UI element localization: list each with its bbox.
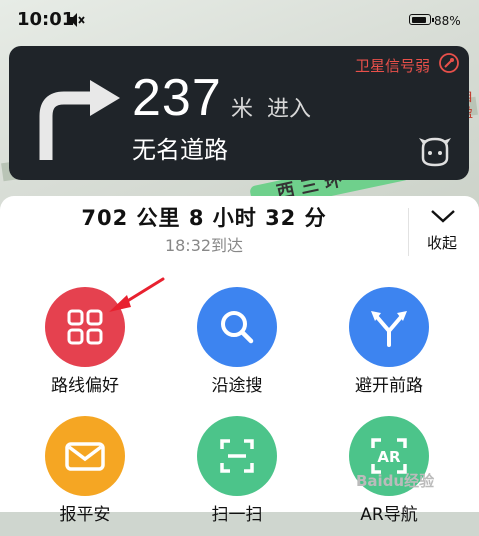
chevron-down-icon	[431, 210, 455, 223]
maneuver-text: 进入	[267, 97, 312, 122]
satellite-icon	[439, 53, 459, 73]
distance-unit: 米	[231, 97, 254, 122]
battery-icon	[409, 14, 434, 25]
action-label: 报平安	[59, 505, 111, 525]
scan-icon	[197, 416, 277, 496]
avoid-road-icon	[349, 287, 429, 367]
mail-icon	[45, 416, 125, 496]
action-label: 扫一扫	[211, 505, 263, 525]
battery-percent: 88%	[434, 14, 461, 28]
avoid-road-button[interactable]: 避开前路	[324, 287, 454, 407]
road-name: 无名道路	[132, 136, 228, 164]
search-icon	[197, 287, 277, 367]
navigation-card[interactable]: 237 米 进入 无名道路 卫星信号弱	[9, 46, 469, 180]
arrival-time: 18:32到达	[164, 236, 244, 255]
annotation-arrow-icon	[109, 277, 165, 312]
gps-warning: 卫星信号弱	[355, 57, 431, 75]
status-time: 10:01	[17, 9, 75, 30]
distance-value: 237	[132, 69, 222, 127]
svg-text:AR: AR	[377, 448, 401, 466]
watermark: Baidu经验	[356, 472, 435, 490]
search-along-route-button[interactable]: 沿途搜	[172, 287, 302, 407]
report-safe-button[interactable]: 报平安	[20, 416, 150, 536]
action-label: AR导航	[360, 505, 418, 525]
voice-assistant-icon[interactable]	[417, 134, 453, 170]
status-bar: 10:01 88%	[0, 0, 479, 40]
turn-right-icon	[39, 80, 120, 160]
action-label: 避开前路	[355, 376, 423, 396]
scan-button[interactable]: 扫一扫	[172, 416, 302, 536]
divider	[408, 208, 409, 256]
trip-summary: 702 公里 8 小时 32 分	[81, 206, 327, 230]
mute-icon	[69, 13, 85, 27]
action-label: 路线偏好	[51, 376, 119, 396]
collapse-label: 收起	[426, 234, 457, 252]
collapse-button[interactable]: 收起	[410, 202, 474, 260]
action-label: 沿途搜	[211, 376, 263, 396]
